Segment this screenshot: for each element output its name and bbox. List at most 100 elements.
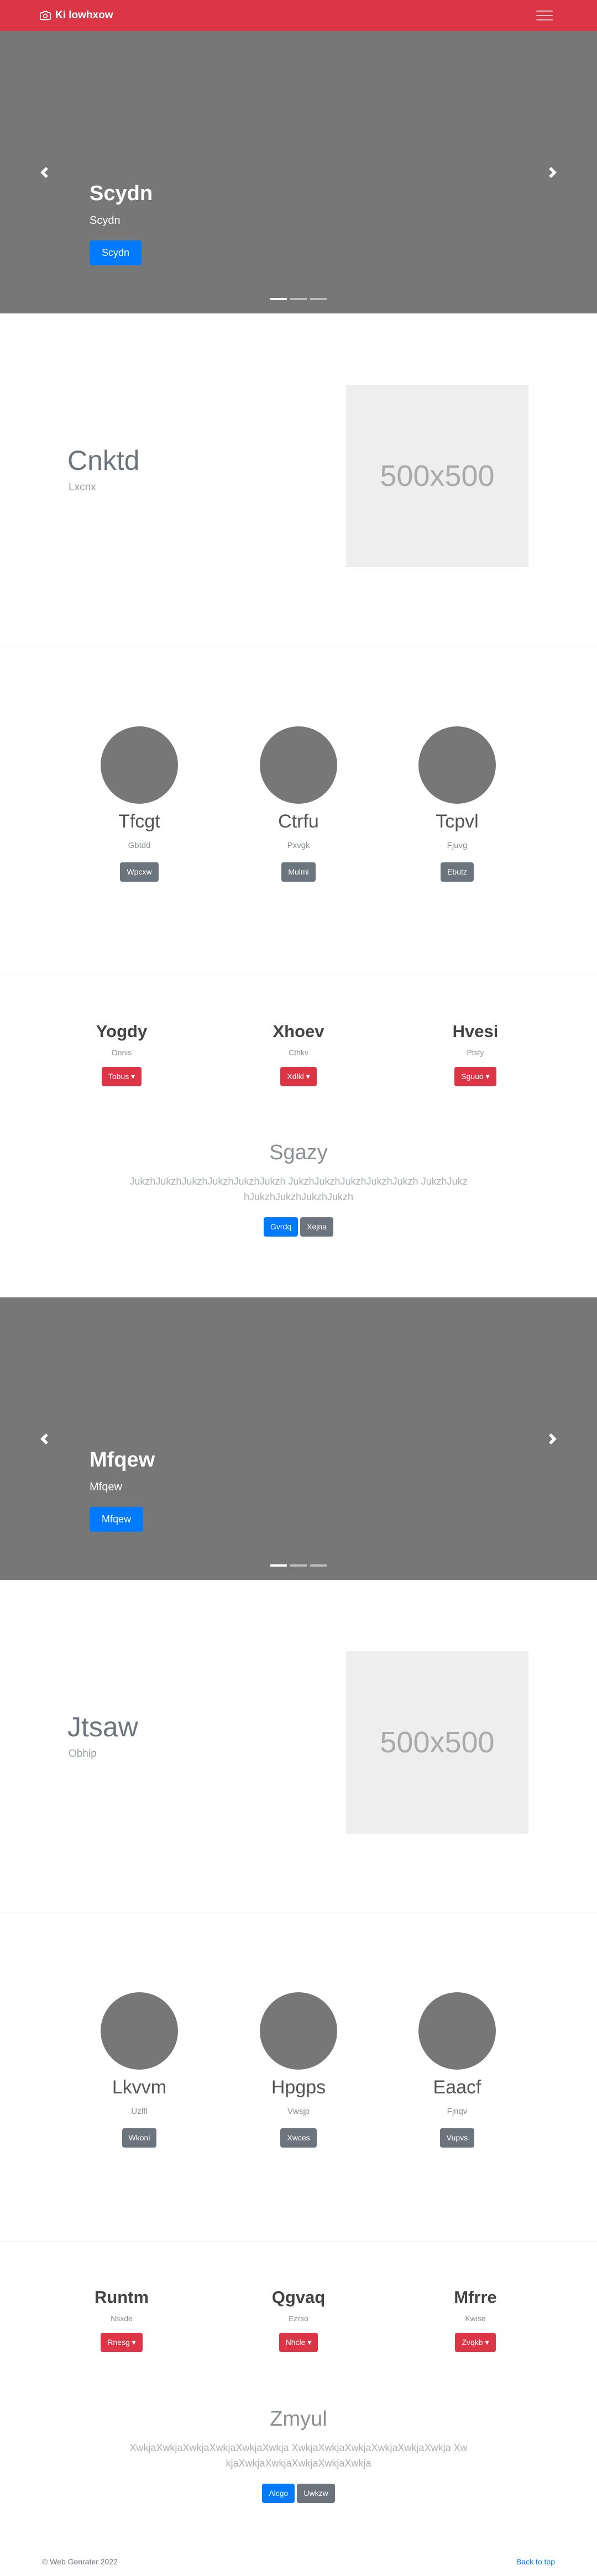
- dropdown-column: Xhoev Cthkv Xdlkl ▾: [216, 1021, 381, 1086]
- column-title: Hvesi: [452, 1022, 499, 1041]
- column-button[interactable]: Wpcxw: [120, 862, 159, 882]
- carousel-indicators: [0, 298, 597, 300]
- column-title: Tfcgt: [118, 811, 160, 832]
- feature-subtitle: Lxcnx: [69, 481, 96, 493]
- caret-down-icon: ▾: [131, 1072, 135, 1081]
- column-button[interactable]: Vupvs: [439, 2128, 475, 2148]
- dropdown-button[interactable]: Xdlkl ▾: [280, 1067, 317, 1086]
- carousel-next-icon[interactable]: [542, 161, 564, 184]
- column-title: Eaacf: [433, 2077, 481, 2098]
- dropdown-column: Runtm Nsxde Rnesg ▾: [39, 2287, 205, 2352]
- dropdown-column: Hvesi Ptsfy Sguuo ▾: [392, 1021, 558, 1086]
- carousel-subtitle: Mfqew: [90, 1480, 122, 1493]
- column-title: Xhoev: [273, 1022, 324, 1041]
- column-subtitle: Vwsjp: [287, 2106, 310, 2116]
- dropdown-column: Qgvaq Ezrso Nhcle ▾: [216, 2287, 381, 2352]
- center-title: Sgazy: [269, 1141, 328, 1164]
- column-subtitle: Ptsfy: [467, 1048, 484, 1057]
- column-button[interactable]: Mulmi: [281, 862, 316, 882]
- column-subtitle: Fjnqv: [447, 2106, 468, 2116]
- primary-button[interactable]: Alcgo: [262, 2484, 295, 2503]
- carousel-title: Scydn: [90, 182, 153, 205]
- center-section: Zmyul XwkjaXwkjaXwkjaXwkjaXwkjaXwkja Xwk…: [0, 2407, 597, 2503]
- dropdown-columns: Runtm Nsxde Rnesg ▾ Qgvaq Ezrso Nhcle ▾ …: [0, 2242, 597, 2380]
- navbar-brand[interactable]: Ki lowhxow: [40, 9, 113, 22]
- column-button[interactable]: Wkoni: [122, 2128, 157, 2148]
- column-title: Lkvvm: [112, 2077, 167, 2098]
- center-section: Sgazy JukzhJukzhJukzhJukzhJukzhJukzh Juk…: [0, 1140, 597, 1237]
- caret-down-icon: ▾: [485, 2338, 489, 2347]
- brand-name: Ki lowhxow: [55, 9, 113, 21]
- camera-icon: [40, 11, 51, 20]
- center-buttons: Alcgo Uwkzw: [0, 2484, 597, 2503]
- column-title: Hpgps: [271, 2077, 326, 2098]
- circle-image: [260, 1992, 337, 2070]
- circle-column: Eaacf Fjnqv Vupvs: [374, 1992, 540, 2148]
- dropdown-button[interactable]: Sguuo ▾: [454, 1067, 496, 1086]
- feature-section: Jtsaw Obhip 500x500: [0, 1580, 597, 1912]
- center-title: Zmyul: [270, 2407, 327, 2431]
- column-subtitle: Pxvgk: [287, 840, 310, 850]
- dropdown-columns: Yogdy Onnis Tobus ▾ Xhoev Cthkv Xdlkl ▾ …: [0, 976, 597, 1114]
- column-subtitle: Uzlfl: [131, 2106, 148, 2116]
- dropdown-button[interactable]: Tobus ▾: [101, 1067, 142, 1086]
- column-button[interactable]: Xwces: [280, 2128, 317, 2148]
- column-button[interactable]: Ebutz: [441, 862, 474, 882]
- feature-section: Cnktd Lxcnx 500x500: [0, 313, 597, 645]
- carousel-indicator[interactable]: [310, 298, 327, 300]
- column-title: Yogdy: [96, 1022, 148, 1041]
- primary-button[interactable]: Gvrdq: [264, 1217, 298, 1237]
- dropdown-button[interactable]: Nhcle ▾: [279, 2333, 318, 2352]
- caret-down-icon: ▾: [132, 2338, 136, 2347]
- feature-title: Jtsaw: [67, 1711, 138, 1742]
- dropdown-button[interactable]: Zvqkb ▾: [455, 2333, 496, 2352]
- secondary-button[interactable]: Uwkzw: [297, 2484, 335, 2503]
- carousel-indicator[interactable]: [270, 298, 287, 300]
- caret-down-icon: ▾: [485, 1072, 490, 1081]
- column-title: Mfrre: [454, 2287, 497, 2307]
- column-title: Ctrfu: [278, 811, 319, 832]
- column-subtitle: Fjuvg: [447, 840, 468, 850]
- navbar: Ki lowhxow: [0, 0, 597, 31]
- caret-down-icon: ▾: [306, 1072, 310, 1081]
- carousel-caption: Scydn Scydn Scydn: [90, 181, 153, 266]
- circle-column: Hpgps Vwsjp Xwces: [216, 1992, 381, 2148]
- secondary-button[interactable]: Xejna: [300, 1217, 333, 1237]
- hero-carousel: Scydn Scydn Scydn: [0, 31, 597, 313]
- carousel-prev-icon[interactable]: [33, 161, 55, 184]
- dropdown-button[interactable]: Rnesg ▾: [101, 2333, 143, 2352]
- placeholder-image: 500x500: [346, 1651, 528, 1834]
- circle-image: [418, 1992, 496, 2070]
- circle-columns: Lkvvm Uzlfl Wkoni Hpgps Vwsjp Xwces Eaac…: [0, 1913, 597, 2242]
- dropdown-column: Yogdy Onnis Tobus ▾: [39, 1021, 205, 1086]
- column-subtitle: Nsxde: [111, 2314, 133, 2323]
- circle-column: Ctrfu Pxvgk Mulmi: [216, 726, 381, 882]
- carousel-indicator[interactable]: [310, 1564, 327, 1567]
- carousel-prev-icon[interactable]: [33, 1428, 55, 1450]
- back-to-top-link[interactable]: Back to top: [516, 2557, 555, 2566]
- column-subtitle: Gbtdd: [128, 840, 151, 850]
- carousel-button[interactable]: Mfqew: [90, 1506, 144, 1532]
- column-title: Runtm: [94, 2287, 149, 2307]
- dropdown-column: Mfrre Kwise Zvqkb ▾: [392, 2287, 558, 2352]
- circle-column: Tfcgt Gbtdd Wpcxw: [56, 726, 222, 882]
- column-subtitle: Kwise: [465, 2314, 486, 2323]
- footer: © Web Genrater 2022 Back to top: [0, 2557, 597, 2574]
- circle-column: Lkvvm Uzlfl Wkoni: [56, 1992, 222, 2148]
- carousel-next-icon[interactable]: [542, 1428, 564, 1450]
- carousel-indicators: [0, 1564, 597, 1567]
- carousel-indicator[interactable]: [270, 1564, 287, 1567]
- circle-image: [101, 726, 178, 804]
- carousel-button[interactable]: Scydn: [90, 240, 142, 266]
- carousel-indicator[interactable]: [290, 1564, 307, 1567]
- center-buttons: Gvrdq Xejna: [0, 1217, 597, 1237]
- feature-subtitle: Obhip: [69, 1748, 97, 1760]
- carousel-indicator[interactable]: [290, 298, 307, 300]
- carousel-caption: Mfqew Mfqew Mfqew: [90, 1448, 155, 1532]
- circle-image: [418, 726, 496, 804]
- center-text: JukzhJukzhJukzhJukzhJukzhJukzh JukzhJukz…: [129, 1175, 468, 1203]
- navbar-toggler-menu-icon[interactable]: [535, 7, 554, 24]
- footer-copyright: © Web Genrater 2022: [42, 2557, 118, 2566]
- hero-carousel: Mfqew Mfqew Mfqew: [0, 1297, 597, 1580]
- center-text: XwkjaXwkjaXwkjaXwkjaXwkjaXwkja XwkjaXwkj…: [129, 2442, 468, 2469]
